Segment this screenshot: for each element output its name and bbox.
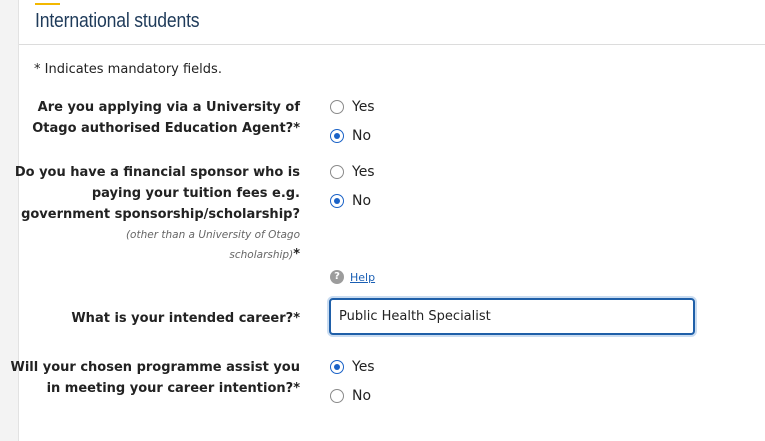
header-accent-bar (35, 3, 60, 5)
programme-option-no[interactable]: No (330, 388, 371, 404)
sponsor-no-radio[interactable] (330, 194, 344, 208)
programme-question-label: Will your chosen programme assist you in… (10, 360, 300, 396)
career-question-label: What is your intended career?* (71, 311, 300, 326)
section-header: International students (19, 0, 765, 45)
agent-yes-radio[interactable] (330, 100, 344, 114)
sponsor-help[interactable]: ? Help (330, 270, 375, 284)
sponsor-option-yes[interactable]: Yes (330, 164, 375, 180)
mandatory-note: * Indicates mandatory fields. (34, 62, 222, 77)
programme-no-radio[interactable] (330, 389, 344, 403)
agent-option-no[interactable]: No (330, 128, 371, 144)
sponsor-yes-radio[interactable] (330, 165, 344, 179)
sponsor-question-label: Do you have a financial sponsor who is p… (15, 162, 300, 265)
programme-yes-radio[interactable] (330, 360, 344, 374)
programme-option-yes[interactable]: Yes (330, 359, 375, 375)
agent-no-radio[interactable] (330, 129, 344, 143)
career-input[interactable] (329, 298, 695, 335)
agent-question-label: Are you applying via a University of Ota… (32, 100, 300, 136)
sponsor-option-no[interactable]: No (330, 193, 371, 209)
help-link[interactable]: Help (350, 271, 375, 284)
agent-option-yes[interactable]: Yes (330, 99, 375, 115)
sponsor-question-note: (other than a University of Otago schola… (125, 229, 300, 262)
section-title: International students (35, 10, 200, 32)
question-mark-icon[interactable]: ? (330, 270, 344, 284)
